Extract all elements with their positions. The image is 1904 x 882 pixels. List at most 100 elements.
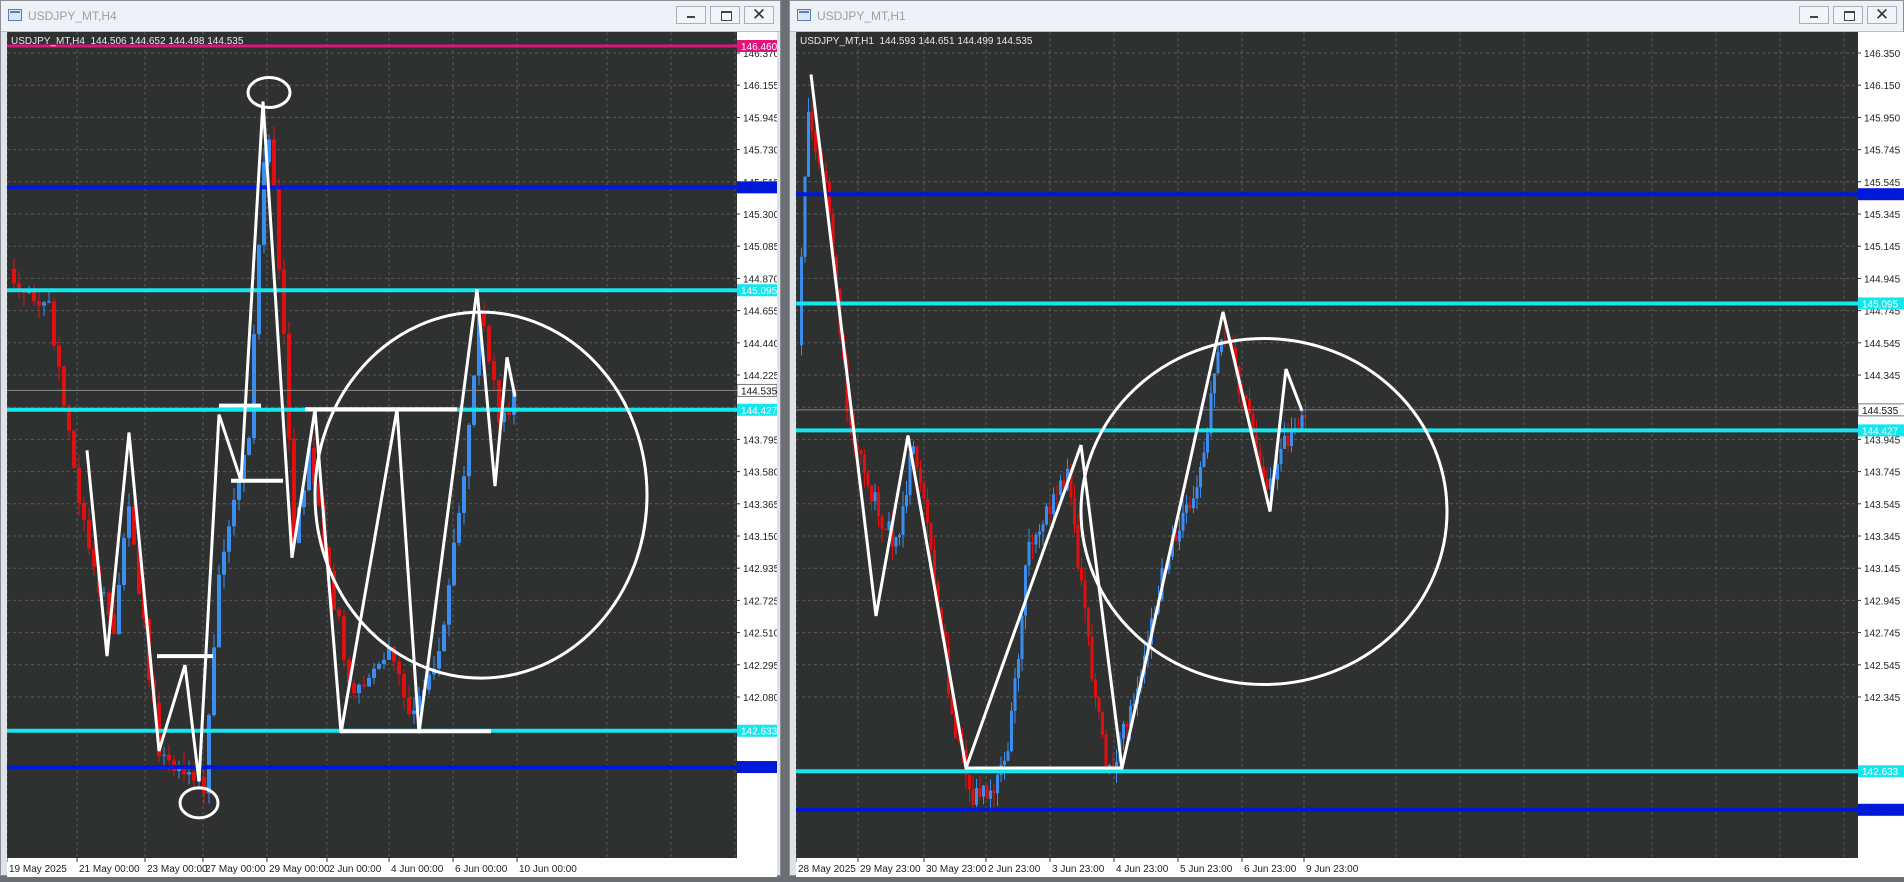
candle	[1076, 524, 1080, 568]
candle	[1031, 541, 1034, 545]
title-bar[interactable]: USDJPY_MT,H1 ✕	[790, 1, 1903, 32]
level-tag-label: 145.670	[741, 183, 777, 194]
level-tag-label: 142.633	[741, 727, 777, 738]
time-label: 21 May 00:00	[79, 864, 140, 875]
candle	[1206, 433, 1209, 453]
time-label: 4 Jun 23:00	[1116, 864, 1169, 875]
minimize-button[interactable]	[1799, 6, 1829, 24]
price-label: 145.145	[1864, 242, 1901, 253]
maximize-button[interactable]	[710, 6, 740, 24]
level-tag-label: 145.095	[741, 286, 777, 297]
candle	[112, 614, 116, 635]
candle	[167, 754, 171, 761]
price-scale[interactable]: 146.370146.155145.945145.730145.515145.3…	[736, 32, 780, 858]
candle	[926, 499, 929, 523]
price-label: 143.150	[743, 532, 777, 543]
symbol-info: USDJPY_MT,H1 144.593 144.651 144.499 144…	[800, 36, 1033, 47]
candle	[922, 483, 926, 500]
candle	[996, 775, 999, 794]
level-tag-label: 142.430	[741, 763, 777, 774]
candle	[72, 430, 76, 468]
minimize-button[interactable]	[676, 6, 706, 24]
candle	[1045, 506, 1048, 525]
time-label: 4 Jun 00:00	[391, 864, 444, 875]
candle	[1244, 395, 1248, 400]
price-label: 143.580	[743, 468, 777, 479]
candle	[467, 424, 471, 477]
price-label: 143.345	[1864, 532, 1901, 543]
candle	[971, 789, 975, 805]
price-label: 142.345	[1864, 693, 1901, 704]
price-label: 142.510	[743, 629, 777, 640]
price-label: 146.155	[743, 81, 777, 92]
candle	[62, 366, 66, 406]
candle	[1027, 541, 1031, 566]
candle	[1188, 504, 1192, 509]
time-scale[interactable]: 19 May 2025 21 May 00:00 23 May 00:00 27 Ma…	[6, 858, 777, 877]
price-scale[interactable]: 146.350 146.150 145.950 145.745 145.545 145.3…	[1857, 32, 1904, 858]
time-label: 10 Jun 00:00	[519, 864, 577, 875]
maximize-button[interactable]	[1833, 6, 1863, 24]
price-label: 144.440	[743, 339, 777, 350]
price-label: 145.745	[1864, 146, 1901, 157]
price-label: 144.225	[743, 371, 777, 382]
time-label: 19 May 2025	[9, 864, 67, 875]
candle	[968, 774, 971, 790]
candle	[1185, 504, 1188, 513]
candle	[1304, 415, 1307, 417]
price-label: 143.145	[1864, 564, 1901, 575]
window-title: USDJPY_MT,H4	[28, 9, 117, 23]
candle	[1199, 466, 1202, 488]
time-scale[interactable]: 28 May 2025 29 May 23:00 30 May 23:00 2 Jun…	[795, 858, 1904, 877]
title-bar[interactable]: USDJPY_MT,H4 ✕	[1, 1, 780, 32]
close-icon: ✕	[1874, 5, 1890, 24]
price-label: 144.345	[1864, 371, 1901, 382]
price-label: 145.730	[743, 146, 777, 157]
candle	[437, 651, 441, 669]
price-chart[interactable]: USDJPY_MT,H1 144.593 144.651 144.499 144…	[796, 32, 1858, 858]
chart-canvas[interactable]	[7, 32, 737, 858]
price-label: 143.795	[743, 435, 777, 446]
current-price-label: 144.535	[741, 386, 777, 397]
candle	[262, 162, 266, 246]
chart-window-h1[interactable]: USDJPY_MT,H1 ✕ USDJPY_MT,H1 144.593 144.…	[789, 0, 1904, 877]
candle	[357, 684, 361, 694]
price-label: 142.295	[743, 661, 777, 672]
price-label: 144.870	[743, 274, 777, 285]
candle	[1104, 734, 1108, 770]
candle	[472, 375, 476, 425]
chart-canvas[interactable]	[796, 32, 1858, 858]
candle	[1279, 448, 1283, 465]
candle	[1283, 435, 1286, 449]
candle	[915, 446, 919, 468]
candle	[227, 526, 231, 552]
close-button[interactable]: ✕	[1867, 5, 1897, 24]
candle	[1041, 524, 1045, 532]
candle	[127, 506, 131, 538]
candle	[12, 268, 16, 284]
candle	[1020, 615, 1024, 660]
candle	[1122, 723, 1125, 739]
candle	[442, 624, 446, 652]
candle	[1181, 512, 1185, 531]
candle	[412, 710, 416, 715]
candle	[985, 785, 989, 799]
candle	[87, 520, 91, 549]
level-tag-label: 144.427	[741, 406, 777, 417]
close-button[interactable]: ✕	[744, 5, 774, 24]
price-label: 146.150	[1864, 81, 1901, 92]
candle	[277, 188, 281, 270]
candle	[807, 111, 810, 177]
candle	[487, 326, 491, 362]
candle	[57, 345, 61, 367]
price-chart[interactable]: USDJPY_MT,H4 144.506 144.652 144.498 144…	[7, 32, 737, 858]
price-label: 143.545	[1864, 500, 1901, 511]
candle	[873, 492, 877, 502]
time-label: 30 May 23:00	[926, 864, 987, 875]
candle	[814, 130, 817, 152]
candle	[1286, 435, 1290, 447]
candle	[880, 516, 884, 529]
candle	[342, 616, 346, 660]
chart-window-h4[interactable]: USDJPY_MT,H4 ✕ USDJPY_MT,H4 144.506 144.…	[0, 0, 781, 877]
candle	[1006, 751, 1010, 761]
